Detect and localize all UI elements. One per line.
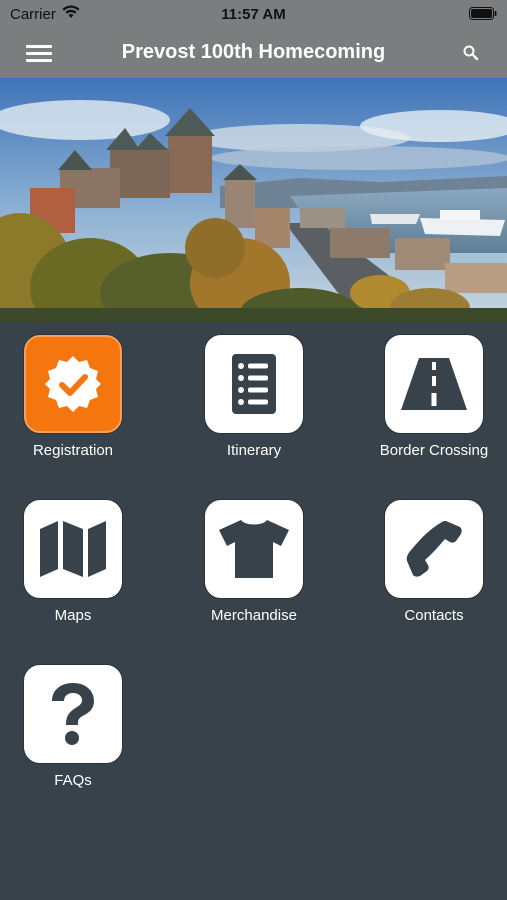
border-crossing-icon-box — [385, 335, 483, 433]
tile-label: Merchandise — [211, 607, 297, 624]
hero-image — [0, 78, 507, 322]
battery-icon — [469, 7, 497, 20]
tile-faqs[interactable]: FAQs — [0, 665, 163, 789]
tile-maps[interactable]: Maps — [0, 500, 163, 624]
tile-label: Border Crossing — [379, 442, 489, 459]
maps-icon-box — [24, 500, 122, 598]
badge-check-icon — [45, 356, 101, 412]
city-skyline-illustration — [0, 78, 507, 322]
tile-label: Registration — [32, 442, 114, 459]
list-icon — [232, 354, 276, 414]
tile-label: Maps — [54, 607, 92, 624]
tshirt-icon — [219, 520, 289, 578]
merchandise-icon-box — [205, 500, 303, 598]
tile-label: Contacts — [404, 607, 464, 624]
tile-merchandise[interactable]: Merchandise — [164, 500, 344, 624]
nav-bar: Prevost 100th Homecoming — [0, 28, 507, 78]
itinerary-icon-box — [205, 335, 303, 433]
tile-border-crossing[interactable]: Border Crossing — [344, 335, 507, 459]
tile-contacts[interactable]: Contacts — [344, 500, 507, 624]
phone-icon — [406, 521, 462, 577]
tile-registration[interactable]: Registration — [0, 335, 163, 459]
page-title: Prevost 100th Homecoming — [121, 41, 386, 63]
road-icon — [401, 358, 467, 410]
registration-icon-box — [24, 335, 122, 433]
map-icon — [40, 521, 106, 577]
tile-label: FAQs — [54, 772, 92, 789]
faqs-icon-box — [24, 665, 122, 763]
tile-itinerary[interactable]: Itinerary — [164, 335, 344, 459]
tile-label: Itinerary — [226, 442, 282, 459]
contacts-icon-box — [385, 500, 483, 598]
status-time: 11:57 AM — [221, 6, 286, 23]
status-bar: Carrier 11:57 AM — [0, 0, 507, 28]
question-icon — [52, 683, 94, 745]
search-icon[interactable] — [461, 43, 481, 63]
